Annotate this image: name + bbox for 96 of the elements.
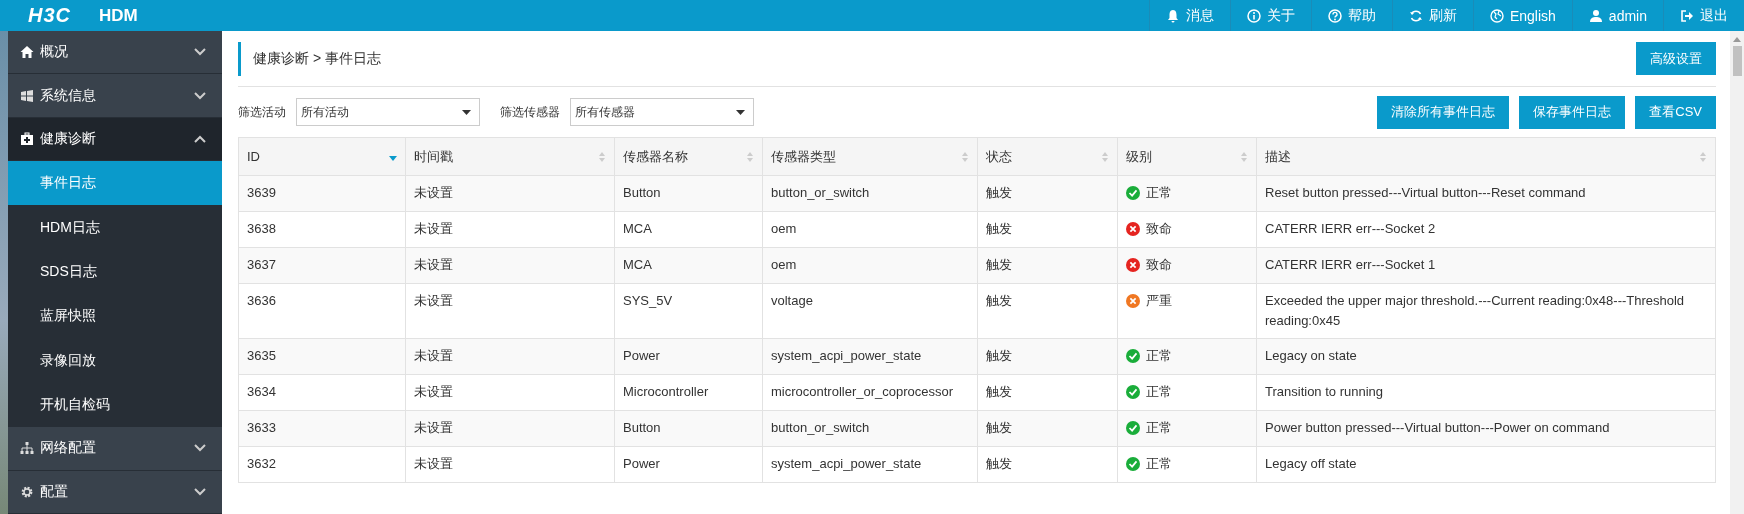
bell-icon [1165, 8, 1180, 23]
table-cell: 未设置 [405, 247, 615, 284]
table-cell: Transition to running [1256, 374, 1716, 411]
table-cell: 3637 [238, 247, 406, 284]
table-cell: Microcontroller [614, 374, 763, 411]
caret-icon [462, 109, 471, 115]
table-cell: 触发 [977, 247, 1118, 284]
table-cell: 3634 [238, 374, 406, 411]
table-cell: button_or_switch [762, 175, 978, 212]
scrollbar[interactable] [1730, 31, 1744, 514]
table-cell: CATERR IERR err---Socket 1 [1256, 247, 1716, 284]
filter-dropdown[interactable]: 所有传感器 [570, 98, 754, 126]
table-cell: system_acpi_power_state [762, 338, 978, 375]
logout-icon [1680, 8, 1694, 23]
table-cell: Legacy off state [1256, 446, 1716, 483]
refresh-icon [1408, 8, 1423, 23]
chevron-down-icon [194, 91, 206, 100]
table-cell: Power [614, 446, 763, 483]
column-header[interactable]: 描述 [1256, 137, 1716, 176]
table-cell: 未设置 [405, 338, 615, 375]
column-header[interactable]: 传感器类型 [762, 137, 978, 176]
level-cell: 致命 [1117, 247, 1257, 284]
level-cell: 正常 [1117, 410, 1257, 447]
globe-icon [1489, 8, 1504, 23]
sidebar-group[interactable]: 健康诊断 [8, 117, 222, 162]
network-icon [20, 441, 34, 456]
table-cell: Button [614, 410, 763, 447]
settings-icon [20, 484, 34, 499]
table-cell: 3633 [238, 410, 406, 447]
table-cell: 触发 [977, 211, 1118, 248]
table-cell: 触发 [977, 338, 1118, 375]
scroll-up-icon[interactable] [1733, 37, 1741, 42]
sidebar-group[interactable]: 配置 [8, 470, 222, 514]
table-cell: 3639 [238, 175, 406, 212]
column-header[interactable]: ID [238, 137, 406, 176]
level-cell: 正常 [1117, 374, 1257, 411]
table-cell: 触发 [977, 446, 1118, 483]
table-cell: 3632 [238, 446, 406, 483]
product-name: HDM [99, 5, 138, 26]
table-cell: MCA [614, 247, 763, 284]
table-cell: oem [762, 211, 978, 248]
table-cell: CATERR IERR err---Socket 2 [1256, 211, 1716, 248]
table-cell: button_or_switch [762, 410, 978, 447]
medical-kit-icon [20, 131, 34, 146]
level-cell: 严重 [1117, 283, 1257, 339]
level-cell: 正常 [1117, 338, 1257, 375]
windows-icon [20, 88, 34, 103]
level-cell: 正常 [1117, 175, 1257, 212]
table-cell: Legacy on state [1256, 338, 1716, 375]
user-icon [1588, 8, 1603, 23]
help-icon [1327, 8, 1342, 23]
scroll-thumb[interactable] [1732, 46, 1742, 76]
chevron-down-icon [194, 487, 206, 496]
table-cell: 触发 [977, 283, 1118, 339]
table-cell: oem [762, 247, 978, 284]
table-cell: MCA [614, 211, 763, 248]
table-cell: 未设置 [405, 211, 615, 248]
home-icon [20, 45, 34, 60]
table-cell: SYS_5V [614, 283, 763, 339]
table-cell: 未设置 [405, 283, 615, 339]
table-cell: Reset button pressed---Virtual button---Reset command [1256, 175, 1716, 212]
filter-label: 筛选活动 [238, 103, 286, 121]
table-cell: 3636 [238, 283, 406, 339]
filter-label: 筛选传感器 [500, 103, 560, 121]
level-cell: 致命 [1117, 211, 1257, 248]
table-cell: Exceeded the upper major threshold.---Current reading:0x48---Threshold reading:0x45 [1256, 283, 1716, 339]
chevron-up-icon [194, 134, 206, 143]
column-header[interactable]: 时间戳 [405, 137, 615, 176]
table-cell: microcontroller_or_coprocessor [762, 374, 978, 411]
table-cell: Button [614, 175, 763, 212]
table-cell: system_acpi_power_state [762, 446, 978, 483]
chevron-down-icon [194, 444, 206, 453]
table-cell: 未设置 [405, 175, 615, 212]
table-cell: Power button pressed---Virtual button---Power on command [1256, 410, 1716, 447]
logo-text: H3C [28, 4, 71, 27]
sidebar-group[interactable]: 系统信息 [8, 74, 222, 118]
table-cell: 未设置 [405, 446, 615, 483]
table-cell: Power [614, 338, 763, 375]
filter-dropdown[interactable]: 所有活动 [296, 98, 480, 126]
info-icon [1246, 8, 1261, 23]
column-header[interactable]: 级别 [1117, 137, 1257, 176]
table-cell: 触发 [977, 175, 1118, 212]
caret-icon [736, 109, 745, 115]
table-cell: 3638 [238, 211, 406, 248]
table-cell: 未设置 [405, 374, 615, 411]
sidebar-group[interactable]: 网络配置 [8, 427, 222, 471]
chevron-down-icon [194, 48, 206, 57]
table-cell: 触发 [977, 410, 1118, 447]
table-cell: 3635 [238, 338, 406, 375]
table-cell: 触发 [977, 374, 1118, 411]
column-header[interactable]: 传感器名称 [614, 137, 763, 176]
table-cell: voltage [762, 283, 978, 339]
column-header[interactable]: 状态 [977, 137, 1118, 176]
table-cell: 未设置 [405, 410, 615, 447]
level-cell: 正常 [1117, 446, 1257, 483]
sidebar-group[interactable]: 概况 [8, 31, 222, 75]
